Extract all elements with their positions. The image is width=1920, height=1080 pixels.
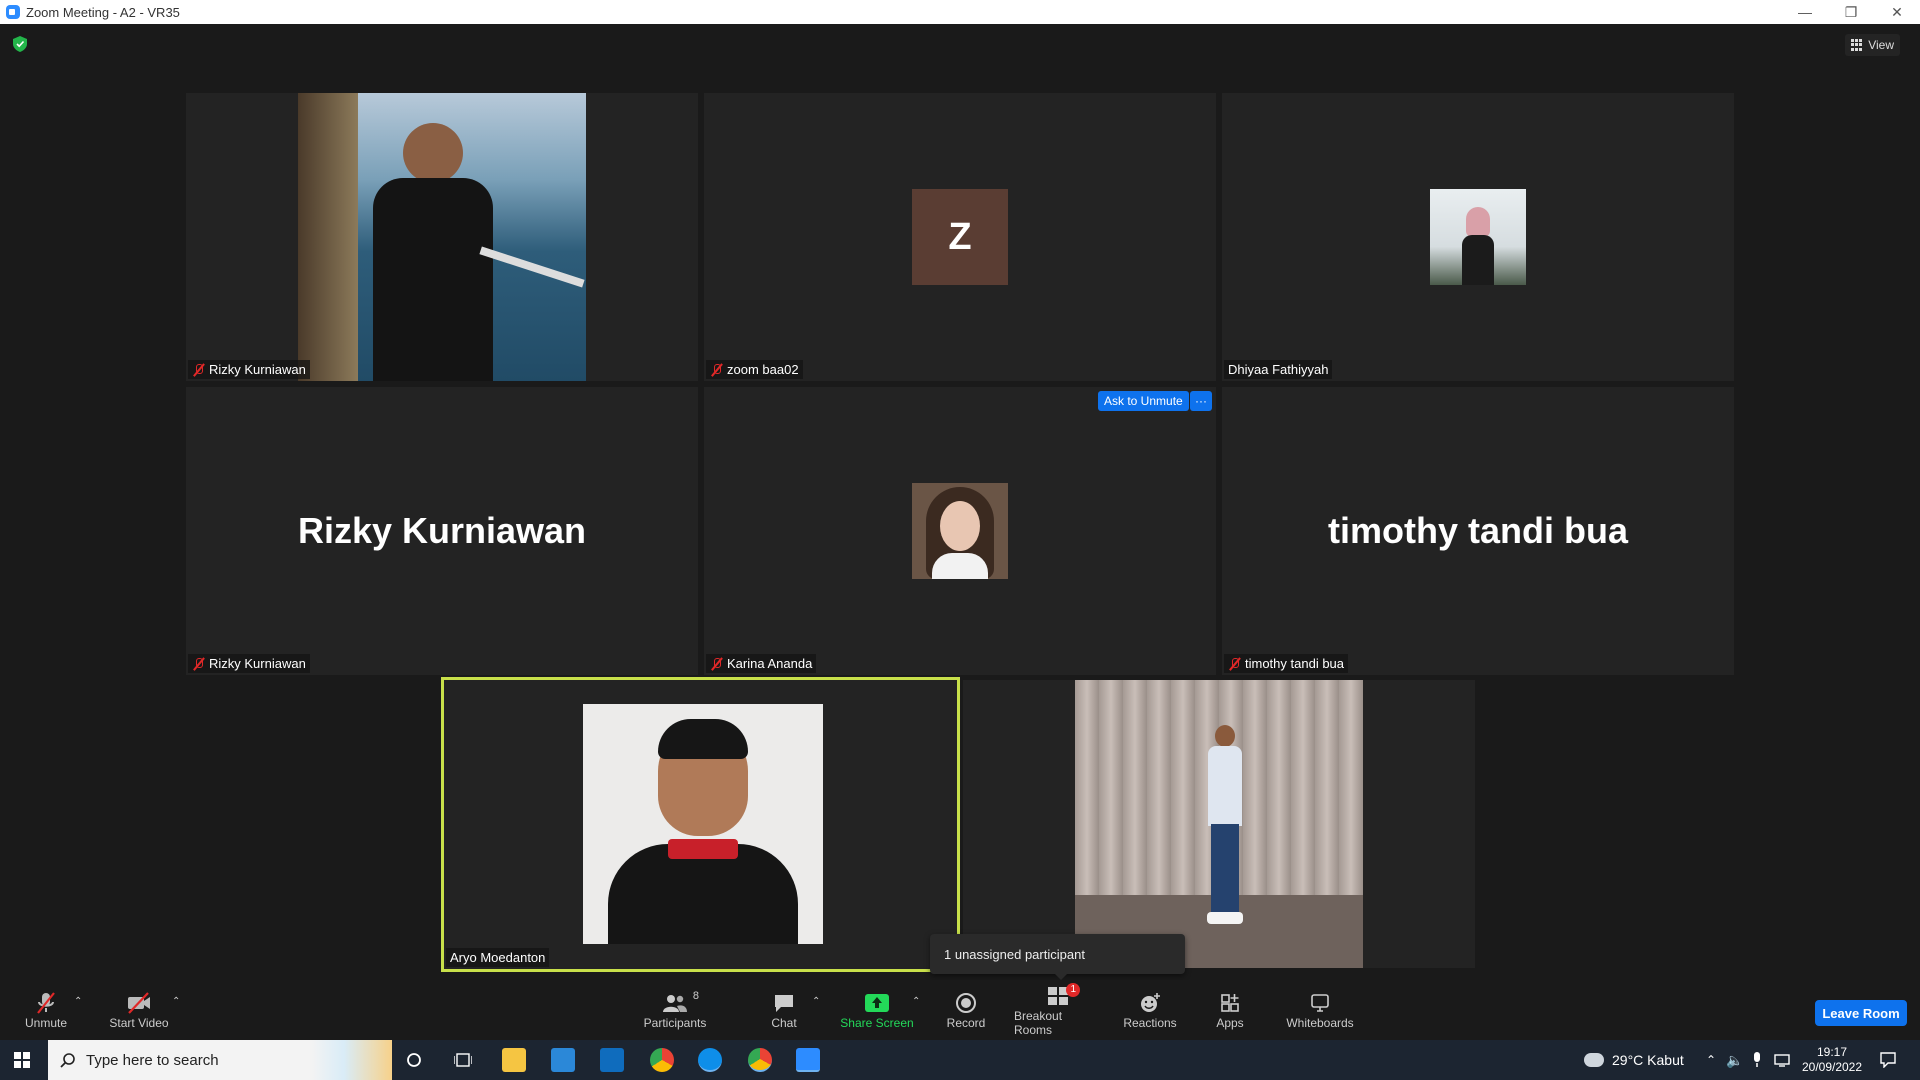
- ask-to-unmute-button[interactable]: Ask to Unmute: [1098, 391, 1189, 411]
- record-button[interactable]: Record: [944, 980, 988, 1040]
- meeting-area: View Rizky Kurniawan Z zoom baa02 Dhiyaa: [0, 24, 1920, 980]
- video-tile[interactable]: Rizky Kurniawan Rizky Kurniawan: [186, 387, 698, 675]
- participants-count: 8: [692, 990, 699, 1002]
- shield-icon[interactable]: [13, 36, 27, 52]
- reactions-button[interactable]: Reactions: [1122, 980, 1178, 1040]
- participant-photo: [1075, 680, 1363, 968]
- unassigned-participant-tooltip: 1 unassigned participant: [930, 934, 1185, 980]
- mail-icon[interactable]: [600, 1048, 624, 1072]
- mic-muted-icon: [1228, 657, 1242, 671]
- search-highlight-image: [312, 1040, 392, 1080]
- file-explorer-icon[interactable]: [502, 1048, 526, 1072]
- participant-name-tag: zoom baa02: [706, 360, 803, 379]
- participant-name-tag: Rizky Kurniawan: [188, 654, 310, 673]
- participant-photo: [298, 93, 586, 381]
- participant-name-tag: Dhiyaa Fathiyyah: [1224, 360, 1333, 379]
- video-tile[interactable]: Z zoom baa02: [704, 93, 1216, 381]
- search-placeholder: Type here to search: [86, 1051, 219, 1069]
- participant-big-name: timothy tandi bua: [1328, 510, 1628, 551]
- avatar: [912, 483, 1008, 579]
- mic-muted-icon: [192, 363, 206, 377]
- network-icon[interactable]: [1774, 1040, 1790, 1080]
- title-bar: Zoom Meeting - A2 - VR35 — ❐ ✕: [0, 0, 1920, 24]
- window-title: Zoom Meeting - A2 - VR35: [26, 4, 180, 20]
- microphone-tray-icon[interactable]: [1752, 1040, 1762, 1080]
- whiteboard-icon: [1311, 994, 1329, 1012]
- video-options-caret[interactable]: ⌃: [172, 996, 180, 1007]
- mic-muted-icon: [192, 657, 206, 671]
- restore-button[interactable]: ❐: [1828, 0, 1874, 24]
- video-tile-active-speaker[interactable]: Aryo Moedanton: [441, 677, 960, 972]
- microphone-muted-icon: [37, 992, 55, 1014]
- reactions-icon: [1141, 993, 1160, 1012]
- participants-button[interactable]: 8 Participants: [640, 980, 710, 1040]
- windows-taskbar: Type here to search 29°C Kabut ⌃ 🔈 19:17…: [0, 1040, 1920, 1080]
- windows-start-icon[interactable]: [14, 1052, 30, 1068]
- chat-icon: [775, 995, 793, 1012]
- grid-view-icon: [1851, 39, 1863, 51]
- notifications-icon[interactable]: [1880, 1040, 1896, 1080]
- view-label: View: [1868, 38, 1894, 52]
- participant-big-name: Rizky Kurniawan: [297, 510, 587, 551]
- video-tile[interactable]: Rizky Kurniawan: [186, 93, 698, 381]
- weather-text[interactable]: 29°C Kabut: [1612, 1052, 1684, 1068]
- mic-muted-icon: [710, 363, 724, 377]
- mic-muted-icon: [710, 657, 724, 671]
- leave-room-button[interactable]: Leave Room: [1815, 1000, 1907, 1026]
- speaker-icon[interactable]: 🔈: [1726, 1040, 1743, 1080]
- chat-options-caret[interactable]: ⌃: [812, 996, 820, 1007]
- search-icon: [60, 1053, 75, 1068]
- system-tray: 29°C Kabut: [1584, 1040, 1684, 1080]
- participants-icon: [663, 995, 687, 1012]
- apps-icon: [1221, 994, 1239, 1012]
- teamviewer-icon[interactable]: [698, 1048, 722, 1072]
- participant-name-tag: Rizky Kurniawan: [188, 360, 310, 379]
- whiteboards-button[interactable]: Whiteboards: [1284, 980, 1356, 1040]
- video-camera-off-icon: [128, 992, 150, 1014]
- participant-name-tag: Karina Ananda: [706, 654, 817, 673]
- microsoft-store-icon[interactable]: [551, 1048, 575, 1072]
- taskbar-search-box[interactable]: Type here to search: [48, 1040, 392, 1080]
- zoom-taskbar-icon[interactable]: [796, 1048, 820, 1072]
- chrome-profile-icon[interactable]: [748, 1048, 772, 1072]
- audio-options-caret[interactable]: ⌃: [74, 996, 82, 1007]
- zoom-app-icon: [6, 5, 20, 19]
- record-icon: [956, 993, 976, 1013]
- video-tile[interactable]: [963, 680, 1475, 968]
- video-tile[interactable]: timothy tandi bua timothy tandi bua: [1222, 387, 1734, 675]
- share-options-caret[interactable]: ⌃: [912, 996, 920, 1007]
- video-tile[interactable]: Dhiyaa Fathiyyah: [1222, 93, 1734, 381]
- participant-name-tag: timothy tandi bua: [1224, 654, 1349, 673]
- participant-photo: [583, 704, 823, 944]
- share-screen-icon: [865, 994, 889, 1012]
- breakout-badge: 1: [1066, 983, 1080, 997]
- apps-button[interactable]: Apps: [1210, 980, 1250, 1040]
- share-screen-button[interactable]: Share Screen: [840, 980, 914, 1040]
- participant-name-tag: Aryo Moedanton: [446, 948, 550, 967]
- unmute-button[interactable]: Unmute: [18, 980, 74, 1040]
- video-tile[interactable]: Karina Ananda: [704, 387, 1216, 675]
- clock-date: 20/09/2022: [1801, 1060, 1863, 1074]
- close-button[interactable]: ✕: [1874, 0, 1920, 24]
- task-view-icon[interactable]: [454, 1052, 472, 1068]
- chrome-icon[interactable]: [650, 1048, 674, 1072]
- clock[interactable]: 19:17 20/09/2022: [1800, 1040, 1864, 1080]
- avatar: [1430, 189, 1526, 285]
- breakout-rooms-button[interactable]: 1 Breakout Rooms: [1014, 980, 1102, 1040]
- more-options-button[interactable]: ···: [1190, 391, 1212, 411]
- chat-button[interactable]: Chat: [764, 980, 804, 1040]
- minimize-button[interactable]: —: [1782, 0, 1828, 24]
- cortana-icon[interactable]: [406, 1052, 422, 1068]
- clock-time: 19:17: [1816, 1045, 1848, 1059]
- weather-icon[interactable]: [1584, 1053, 1604, 1067]
- meeting-toolbar: Unmute ⌃ Start Video ⌃ 8 Participants Ch…: [0, 980, 1920, 1040]
- show-hidden-icons-chevron[interactable]: ⌃: [1706, 1040, 1716, 1080]
- avatar: Z: [912, 189, 1008, 285]
- start-video-button[interactable]: Start Video: [106, 980, 172, 1040]
- view-button[interactable]: View: [1845, 34, 1900, 56]
